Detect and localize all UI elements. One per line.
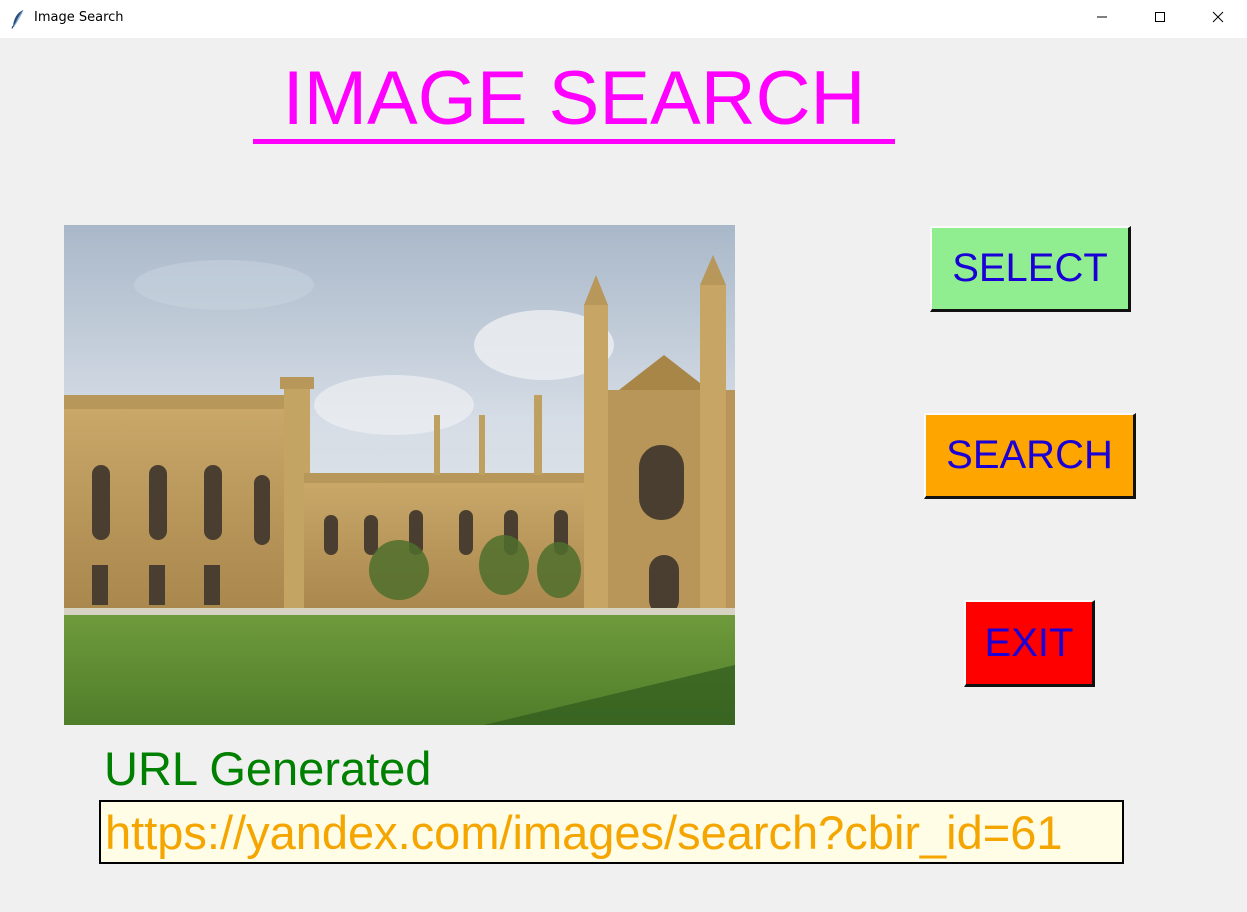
minimize-button[interactable] [1073, 0, 1131, 38]
close-icon [1212, 10, 1224, 28]
feather-icon [11, 9, 25, 29]
minimize-icon [1096, 10, 1108, 28]
select-button[interactable]: SELECT [930, 226, 1131, 312]
url-label: URL Generated [104, 742, 432, 795]
maximize-button[interactable] [1131, 0, 1189, 38]
photo-image-icon [64, 225, 735, 725]
search-button[interactable]: SEARCH [924, 413, 1136, 499]
close-button[interactable] [1189, 0, 1247, 38]
maximize-icon [1154, 10, 1166, 28]
selected-image-preview [64, 225, 735, 725]
title-underline [253, 139, 895, 144]
select-button-label: SELECT [952, 246, 1108, 290]
url-value[interactable]: https://yandex.com/images/search?cbir_id… [105, 806, 1063, 860]
window-title: Image Search [34, 10, 124, 25]
url-output-field[interactable]: https://yandex.com/images/search?cbir_id… [99, 800, 1124, 864]
search-button-label: SEARCH [946, 433, 1113, 477]
title-bar[interactable]: Image Search [0, 0, 1247, 38]
exit-button-label: EXIT [984, 620, 1074, 665]
app-window: Image Search IMAGE SEARCH SELECT SEARCH … [0, 0, 1247, 912]
page-title: IMAGE SEARCH [282, 56, 866, 141]
exit-button[interactable]: EXIT [964, 600, 1095, 687]
